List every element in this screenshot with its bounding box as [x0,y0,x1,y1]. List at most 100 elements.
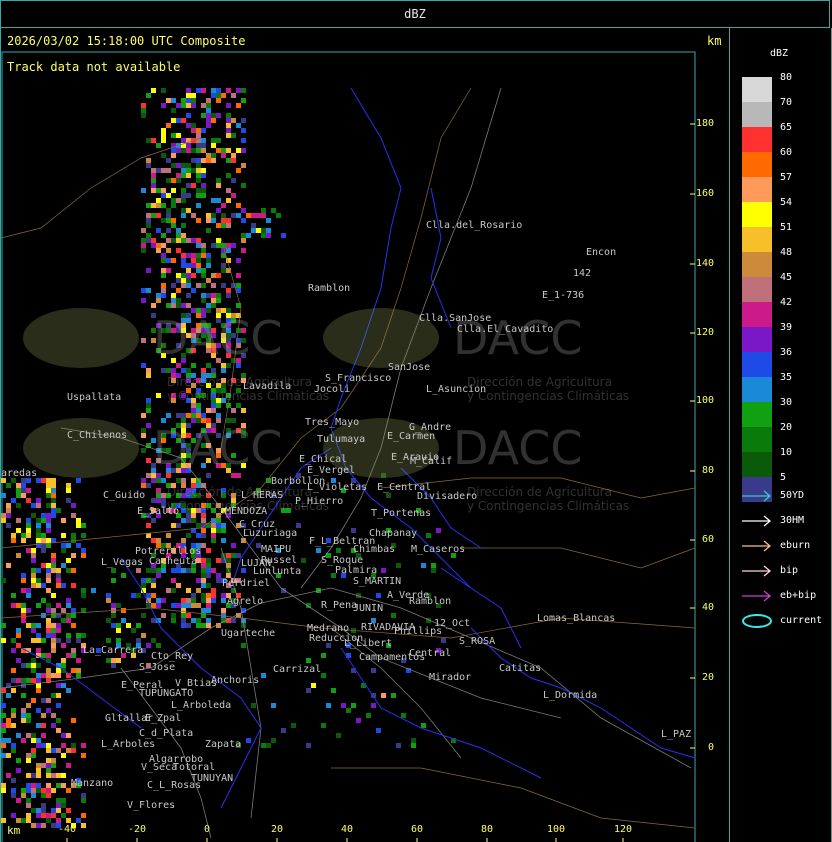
echo-pixel [181,608,186,613]
echo-pixel [36,823,41,828]
town-label: Lunlunta [253,566,302,577]
echo-pixel [26,608,31,613]
echo-pixel [11,708,16,713]
echo-pixel [201,413,206,418]
echo-pixel [186,143,191,148]
echo-pixel [201,558,206,563]
echo-pixel [6,503,11,508]
echo-pixel [236,103,241,108]
echo-pixel [6,693,11,698]
echo-pixel [1,578,6,583]
echo-pixel [46,493,51,498]
echo-pixel [161,88,166,93]
echo-pixel [206,563,211,568]
echo-pixel [51,788,56,793]
echo-pixel [216,183,221,188]
echo-pixel [196,408,201,413]
x-tick-label: -20 [127,824,147,835]
town-label: C_Chilenos [67,430,128,441]
echo-pixel [21,663,26,668]
echo-pixel [171,148,176,153]
echo-pixel [186,513,191,518]
echo-pixel [146,408,151,413]
echo-pixel [191,403,196,408]
echo-pixel [146,458,151,463]
echo-pixel [186,568,191,573]
echo-pixel [36,723,41,728]
echo-pixel [231,118,236,123]
echo-pixel [31,783,36,788]
echo-pixel [51,773,56,778]
echo-pixel [56,808,61,813]
echo-pixel [156,538,161,543]
town-label: S_Jose [139,662,176,673]
echo-pixel [226,288,231,293]
echo-pixel [141,478,146,483]
echo-pixel [46,653,51,658]
echo-pixel [221,538,226,543]
echo-pixel [26,588,31,593]
echo-pixel [201,253,206,258]
echo-pixel [151,243,156,248]
echo-pixel [196,413,201,418]
watermark-subtitle: Dirección de Agricultura [467,485,612,499]
radar-map-panel[interactable]: DACC Dirección de Agricultura y Contingenc… [0,28,730,842]
echo-pixel [216,148,221,153]
legend-level-label: 35 [780,372,793,383]
echo-pixel [26,498,31,503]
legend-swatch [742,277,772,302]
town-label: Perdriel [222,578,271,589]
echo-pixel [156,228,161,233]
town-label: Clla.SanJose [419,313,492,324]
echo-pixel [166,368,171,373]
echo-pixel [216,243,221,248]
echo-pixel [151,178,156,183]
echo-pixel [156,478,161,483]
echo-pixel [181,198,186,203]
echo-pixel [411,738,416,743]
echo-pixel [71,608,76,613]
echo-pixel [141,363,146,368]
echo-pixel [186,98,191,103]
echo-pixel [141,583,146,588]
echo-pixel [256,213,261,218]
echo-pixel [191,168,196,173]
y-tick-label: 140 [695,258,714,269]
echo-pixel [176,228,181,233]
echo-pixel [186,88,191,93]
echo-pixel [236,213,241,218]
echo-pixel [226,88,231,93]
echo-pixel [146,203,151,208]
watermark-subtitle: Dirección de Agricultura [167,485,312,499]
echo-pixel [161,168,166,173]
echo-pixel [156,143,161,148]
echo-pixel [81,743,86,748]
echo-pixel [211,593,216,598]
echo-pixel [36,763,41,768]
echo-pixel [1,518,6,523]
echo-pixel [16,503,21,508]
echo-pixel [211,528,216,533]
echo-pixel [166,218,171,223]
echo-pixel [61,618,66,623]
x-tick-label: 0 [203,824,211,835]
echo-pixel [176,103,181,108]
town-label: La_Carrera [83,645,144,656]
echo-pixel [166,123,171,128]
town-label: Agrelo [227,596,264,607]
echo-pixel [76,523,81,528]
legend-level-label: 80 [780,72,793,83]
legend-swatch [742,377,772,402]
echo-pixel [1,493,6,498]
legend-swatch [742,227,772,252]
echo-pixel [191,253,196,258]
echo-pixel [196,218,201,223]
echo-pixel [46,768,51,773]
echo-pixel [31,658,36,663]
echo-pixel [191,158,196,163]
echo-pixel [241,408,246,413]
echo-pixel [196,128,201,133]
echo-pixel [171,578,176,583]
echo-pixel [6,753,11,758]
echo-pixel [196,283,201,288]
